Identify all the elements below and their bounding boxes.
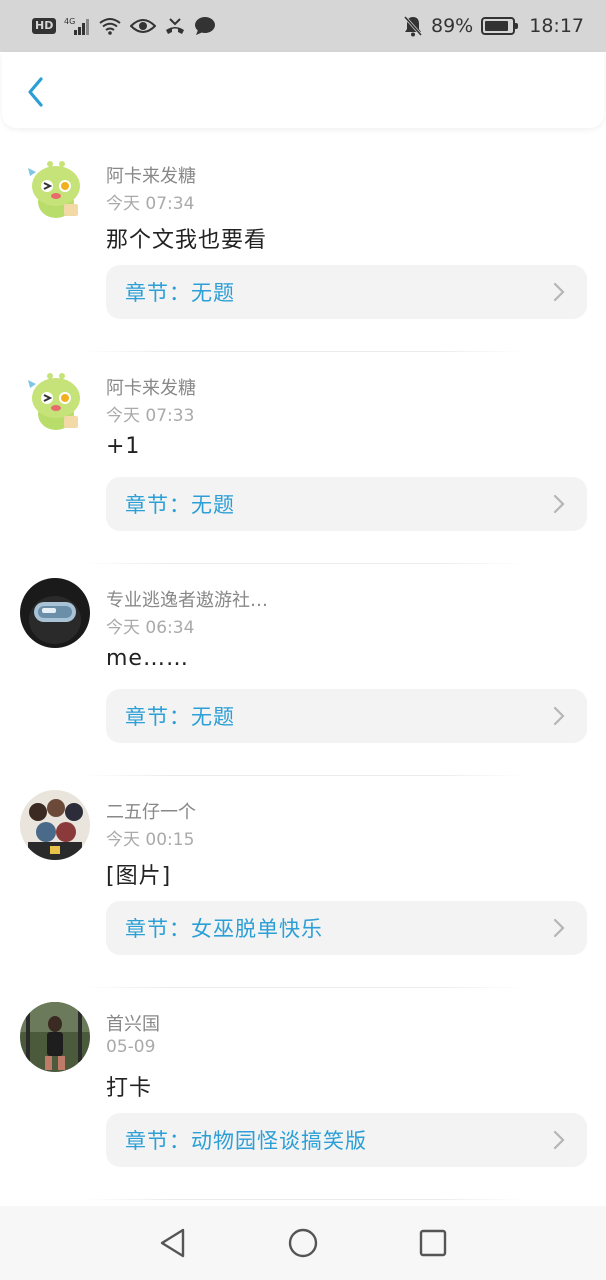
chapter-link[interactable]: 章节：动物园怪谈搞笑版 — [106, 1113, 587, 1167]
chevron-right-icon — [553, 918, 565, 938]
avatar[interactable] — [20, 154, 90, 224]
comment-text: 打卡 — [106, 1076, 153, 1101]
mute-bell-icon — [403, 15, 423, 37]
username[interactable]: 阿卡来发糖 — [106, 374, 196, 400]
chevron-left-icon — [28, 77, 43, 107]
username[interactable]: 专业逃逸者遨游社… — [106, 586, 268, 612]
anime-group-avatar-icon — [20, 790, 90, 860]
chevron-right-icon — [553, 282, 565, 302]
comment-item: 阿卡来发糖 今天 07:34 那个文我也要看 章节：无题 — [0, 140, 606, 352]
photo-avatar-icon — [20, 1002, 90, 1072]
comment-time: 今天 07:33 — [106, 406, 195, 426]
chapter-label: 章节：女巫脱单快乐 — [125, 917, 323, 941]
comment-text: +1 — [106, 434, 141, 459]
clock: 18:17 — [529, 15, 584, 37]
chapter-link[interactable]: 章节：无题 — [106, 477, 587, 531]
nav-back-button[interactable] — [152, 1222, 194, 1264]
comment-text: [图片] — [106, 864, 172, 889]
square-recents-icon — [419, 1229, 447, 1257]
comment-item: 二五仔一个 今天 00:15 [图片] 章节：女巫脱单快乐 — [0, 776, 606, 988]
nav-home-button[interactable] — [282, 1222, 324, 1264]
comment-time: 今天 06:34 — [106, 618, 195, 638]
chapter-label: 章节：无题 — [125, 493, 235, 517]
triangle-back-icon — [160, 1228, 185, 1258]
username[interactable]: 二五仔一个 — [106, 798, 196, 824]
wifi-icon — [98, 16, 122, 36]
status-icons-left: HD 4G — [32, 16, 216, 36]
hd-icon: HD — [32, 18, 57, 34]
svg-text:4G: 4G — [64, 17, 75, 26]
green-dino-avatar-icon — [20, 366, 90, 436]
system-nav-bar — [0, 1206, 606, 1280]
chevron-right-icon — [553, 494, 565, 514]
chapter-link[interactable]: 章节：女巫脱单快乐 — [106, 901, 587, 955]
chevron-right-icon — [553, 706, 565, 726]
comment-item: 首兴国 05-09 打卡 章节：动物园怪谈搞笑版 — [0, 988, 606, 1200]
crewmate-avatar-icon — [20, 578, 90, 648]
back-button[interactable] — [20, 74, 50, 110]
divider — [80, 1199, 526, 1200]
comment-item: 专业逃逸者遨游社… 今天 06:34 me…… 章节：无题 — [0, 564, 606, 776]
chapter-label: 章节：无题 — [125, 705, 235, 729]
status-icons-right: 89% 18:17 — [403, 15, 584, 37]
nav-recents-button[interactable] — [412, 1222, 454, 1264]
avatar[interactable] — [20, 790, 90, 860]
avatar[interactable] — [20, 578, 90, 648]
battery-percent: 89% — [431, 15, 474, 37]
comment-text: 那个文我也要看 — [106, 228, 268, 253]
comment-item: 阿卡来发糖 今天 07:33 +1 章节：无题 — [0, 352, 606, 564]
green-dino-avatar-icon — [20, 154, 90, 224]
comment-text: me…… — [106, 646, 189, 671]
battery-icon — [481, 17, 519, 35]
chapter-label: 章节：无题 — [125, 281, 235, 305]
comment-time: 今天 00:15 — [106, 830, 195, 850]
header — [2, 52, 604, 128]
comment-time: 今天 07:34 — [106, 194, 195, 214]
chapter-link[interactable]: 章节：无题 — [106, 265, 587, 319]
comment-time: 05-09 — [106, 1037, 156, 1057]
comment-list: 阿卡来发糖 今天 07:34 那个文我也要看 章节：无题 阿卡来发糖 今天 07… — [0, 140, 606, 1200]
message-icon — [194, 16, 216, 36]
circle-home-icon — [288, 1228, 318, 1258]
battery-level-fill — [485, 21, 509, 31]
missed-call-icon — [164, 16, 186, 36]
avatar[interactable] — [20, 1002, 90, 1072]
chevron-right-icon — [553, 1130, 565, 1150]
avatar[interactable] — [20, 366, 90, 436]
chapter-link[interactable]: 章节：无题 — [106, 689, 587, 743]
eye-icon — [130, 17, 157, 35]
signal-icon: 4G — [64, 16, 90, 36]
username[interactable]: 首兴国 — [106, 1010, 160, 1036]
username[interactable]: 阿卡来发糖 — [106, 162, 196, 188]
chapter-label: 章节：动物园怪谈搞笑版 — [125, 1129, 367, 1153]
status-bar: HD 4G 89% 18:17 — [0, 0, 606, 52]
